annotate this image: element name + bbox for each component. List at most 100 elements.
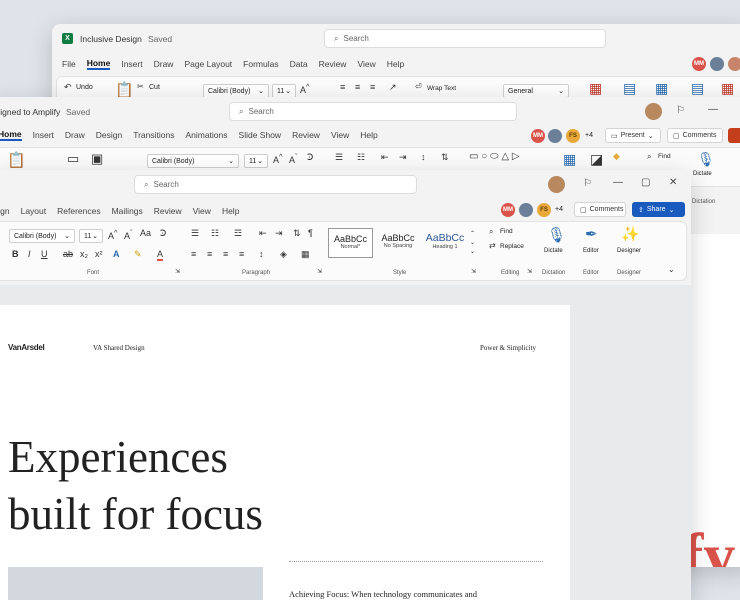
wrap-text-label[interactable]: Wrap Text	[427, 85, 456, 92]
tab-draw[interactable]: Draw	[154, 59, 174, 69]
style-no-spacing[interactable]: AaBbCc No Spacing	[375, 228, 421, 258]
tab-help[interactable]: Help	[222, 206, 239, 216]
find-icon[interactable]: ⌕	[647, 152, 651, 162]
orientation-icon[interactable]: ↗	[389, 82, 397, 93]
paste-icon[interactable]: 📋	[7, 151, 26, 169]
shading-icon[interactable]: ◈	[280, 249, 287, 260]
collaborator-avatar[interactable]	[548, 129, 562, 143]
justify-icon[interactable]: ≡	[239, 249, 244, 259]
shape-fill-icon[interactable]: ◆	[613, 151, 620, 162]
conditional-format-icon[interactable]: ▦	[589, 80, 602, 97]
editor-label[interactable]: Editor	[583, 248, 599, 254]
tab-view[interactable]: View	[331, 130, 349, 140]
close-icon[interactable]: ✕	[669, 177, 677, 188]
change-case-icon[interactable]: Aa	[140, 228, 151, 238]
style-normal[interactable]: AaBbCc Normal*	[328, 228, 373, 258]
wrap-text-icon[interactable]: ⏎	[415, 82, 422, 91]
font-size-select[interactable]: 11 ⌄	[79, 229, 103, 243]
italic-icon[interactable]: I	[28, 249, 31, 259]
collaborator-avatar[interactable]: MM	[531, 129, 545, 143]
avatar[interactable]: MM	[692, 57, 706, 71]
style-heading-1[interactable]: AaBbCc Heading 1	[422, 228, 468, 258]
line-spacing-icon[interactable]: ↕	[259, 249, 264, 259]
bold-icon[interactable]: B	[12, 249, 19, 259]
font-family-select[interactable]: Calibri (Body) ⌄	[203, 84, 269, 98]
tab-draw[interactable]: Draw	[65, 130, 85, 140]
comments-button[interactable]: ▢ Comments	[667, 128, 723, 143]
minimize-icon[interactable]: —	[613, 177, 623, 188]
quick-styles-icon[interactable]: ◪	[590, 151, 603, 168]
shrink-font-icon[interactable]: Aˇ	[124, 228, 133, 241]
share-button[interactable]	[728, 128, 740, 143]
reuse-slides-icon[interactable]: ▣	[91, 151, 103, 167]
strikethrough-icon[interactable]: ab	[63, 249, 73, 259]
tab-home[interactable]: Home	[0, 129, 22, 141]
dialog-launcher-icon[interactable]: ⇲	[317, 268, 322, 275]
styles-more-icon[interactable]: ⌃ ⌄ ⌄	[470, 230, 475, 257]
word-search-box[interactable]: ⌕ Search	[134, 175, 417, 194]
minimize-icon[interactable]: —	[708, 104, 718, 115]
present-button[interactable]: ▭ Present ⌄	[605, 128, 661, 143]
borders-icon[interactable]: ▦	[301, 249, 310, 260]
decrease-indent-icon[interactable]: ⇤	[259, 228, 267, 239]
tab-file[interactable]: File	[62, 59, 76, 69]
font-size-select[interactable]: 11 ⌄	[272, 84, 296, 98]
dialog-launcher-icon[interactable]: ⇲	[175, 268, 180, 275]
collaborator-avatar[interactable]: MM	[501, 203, 515, 217]
superscript-icon[interactable]: x²	[95, 249, 103, 259]
insert-cells-icon[interactable]: ▤	[691, 80, 704, 97]
font-family-select[interactable]: Calibri (Body) ⌄	[147, 154, 239, 168]
clear-format-icon[interactable]: Ꜿ	[160, 228, 166, 239]
indent-icon[interactable]: ⇥	[399, 152, 407, 163]
bullets-icon[interactable]: ☰	[191, 228, 199, 239]
grow-font-icon[interactable]: A^	[108, 228, 118, 241]
tab-review[interactable]: Review	[154, 206, 182, 216]
feedback-icon[interactable]: ⚐	[583, 178, 592, 189]
dictate-label[interactable]: Dictate	[544, 248, 563, 254]
tab-view[interactable]: View	[193, 206, 211, 216]
tab-transitions[interactable]: Transitions	[133, 130, 174, 140]
clear-format-icon[interactable]: Ꜿ	[307, 152, 313, 163]
find-icon[interactable]: ⌕	[489, 227, 493, 237]
maximize-icon[interactable]: ▢	[641, 177, 650, 188]
dialog-launcher-icon[interactable]: ⇲	[527, 268, 532, 275]
tab-help[interactable]: Help	[387, 59, 404, 69]
text-effects-icon[interactable]: A	[113, 249, 120, 259]
delete-cells-icon[interactable]: ▦	[721, 80, 734, 97]
bullets-icon[interactable]: ☰	[335, 152, 343, 163]
align-icon[interactable]: ≡	[370, 82, 375, 92]
font-color-icon[interactable]: A	[157, 249, 164, 261]
numbering-icon[interactable]: ☷	[211, 228, 219, 239]
shrink-font-icon[interactable]: Aˇ	[289, 152, 298, 165]
account-avatar[interactable]	[645, 103, 662, 120]
align-icon[interactable]: ≡	[355, 82, 360, 92]
ppt-search-box[interactable]: ⌕ Search	[229, 102, 517, 121]
undo-icon[interactable]: ↶	[64, 82, 72, 93]
new-slide-icon[interactable]: ▭	[67, 151, 79, 167]
find-label[interactable]: Find	[500, 228, 513, 235]
designer-icon[interactable]: ✨	[621, 225, 640, 243]
tab-data[interactable]: Data	[290, 59, 308, 69]
align-center-icon[interactable]: ≡	[207, 249, 212, 259]
dictate-icon[interactable]: 🎙	[697, 151, 715, 168]
subscript-icon[interactable]: x₂	[80, 249, 88, 259]
collaborator-avatar[interactable]: FS	[537, 203, 551, 217]
tab-layout[interactable]: Layout	[21, 206, 47, 216]
tab-mailings[interactable]: Mailings	[112, 206, 143, 216]
cell-styles-icon[interactable]: ▦	[655, 80, 668, 97]
grow-font-icon[interactable]: A^	[273, 152, 283, 165]
replace-icon[interactable]: ⇄	[489, 241, 496, 250]
dictate-icon[interactable]: 🎙	[547, 226, 566, 244]
tab-design[interactable]: Design	[96, 130, 122, 140]
dictate-label[interactable]: Dictate	[693, 171, 712, 177]
tab-help[interactable]: Help	[360, 130, 377, 140]
align-left-icon[interactable]: ≡	[191, 249, 196, 259]
share-button[interactable]: ⇪ Share ⌄	[632, 202, 685, 217]
find-label[interactable]: Find	[658, 153, 671, 160]
tab-review[interactable]: Review	[319, 59, 347, 69]
tab-review[interactable]: Review	[292, 130, 320, 140]
tab-page-layout[interactable]: Page Layout	[184, 59, 232, 69]
multilevel-list-icon[interactable]: ☲	[234, 228, 242, 239]
editor-icon[interactable]: ✒	[585, 225, 598, 243]
designer-label[interactable]: Designer	[617, 248, 641, 254]
